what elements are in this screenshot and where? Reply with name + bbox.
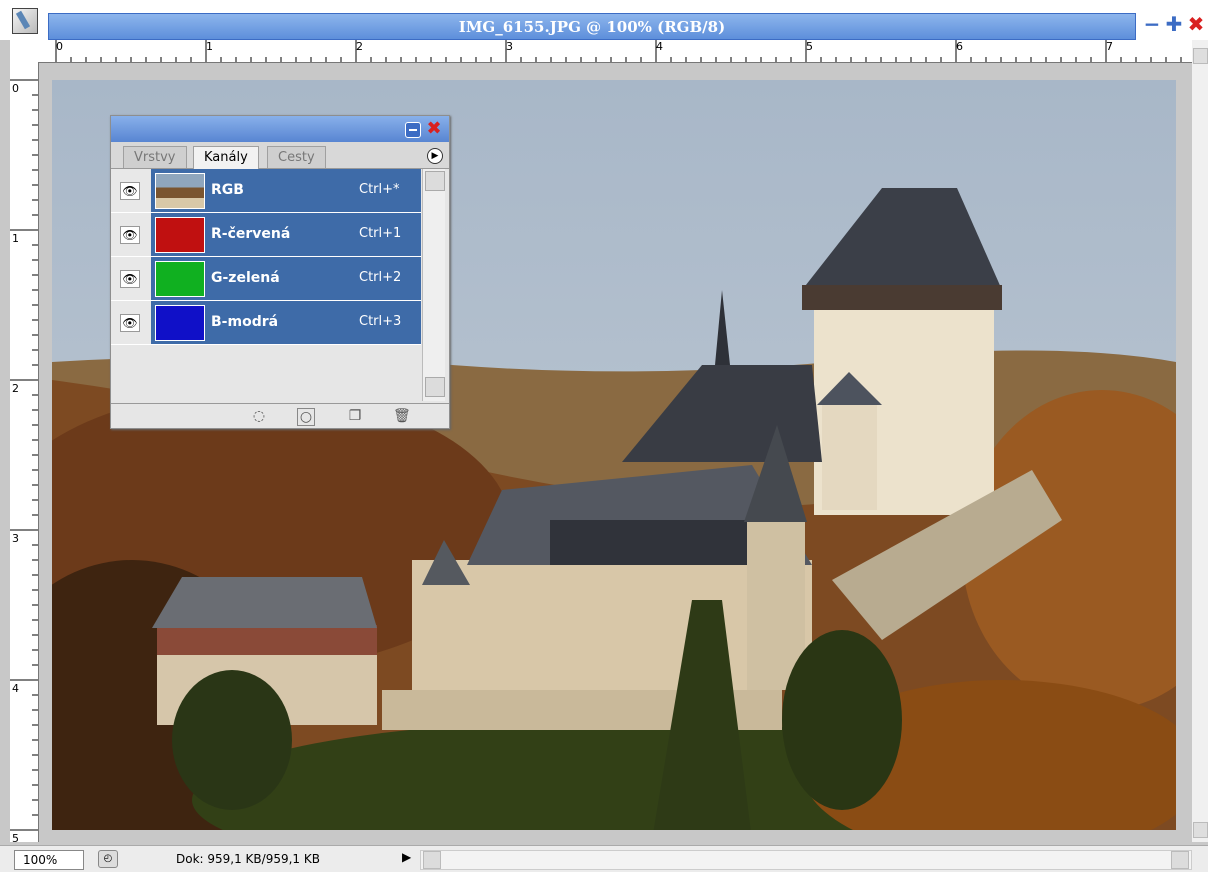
status-preview-icon[interactable]: ◴ xyxy=(98,850,118,868)
ruler-label-4: 4 xyxy=(656,40,663,53)
channels-panel[interactable]: ✖ Vrstvy Kanály Cesty ▶ 👁 RGB Ctrl+* 👁 R… xyxy=(110,115,450,429)
channel-name: R-červená xyxy=(211,226,291,242)
panel-close-icon[interactable]: ✖ xyxy=(425,120,443,138)
channel-thumbnail-red xyxy=(155,217,205,253)
channel-thumbnail-rgb xyxy=(155,173,205,209)
photoshop-feather-icon[interactable] xyxy=(12,8,38,34)
visibility-cell[interactable]: 👁 xyxy=(111,169,152,212)
horizontal-scrollbar[interactable] xyxy=(420,850,1192,870)
visibility-cell[interactable]: 👁 xyxy=(111,257,152,300)
save-selection-icon[interactable]: ○ xyxy=(297,408,315,426)
channel-thumbnail-green xyxy=(155,261,205,297)
vruler-label-1: 1 xyxy=(12,232,19,245)
delete-channel-icon[interactable]: 🗑 xyxy=(393,408,411,424)
scroll-up-button[interactable] xyxy=(1193,48,1208,64)
vruler-label-2: 2 xyxy=(12,382,19,395)
horizontal-ruler[interactable]: 0 1 2 3 4 5 6 7 xyxy=(38,40,1194,63)
scroll-left-button[interactable] xyxy=(423,851,441,869)
document-titlebar[interactable]: IMG_6155.JPG @ 100% (RGB/8) − ✚ ✖ xyxy=(0,0,1208,40)
panel-scroll-down-button[interactable] xyxy=(425,377,445,397)
panel-footer: ◌ ○ ❐ 🗑 xyxy=(111,403,449,428)
status-menu-arrow-icon[interactable]: ▶ xyxy=(402,850,411,864)
panel-scroll-up-button[interactable] xyxy=(425,171,445,191)
ruler-origin-corner[interactable] xyxy=(10,40,39,63)
channel-thumbnail-blue xyxy=(155,305,205,341)
channel-shortcut: Ctrl+2 xyxy=(359,270,402,285)
scroll-right-button[interactable] xyxy=(1171,851,1189,869)
vruler-label-3: 3 xyxy=(12,532,19,545)
channel-name: RGB xyxy=(211,182,244,198)
status-bar: 100% ◴ Dok: 959,1 KB/959,1 KB ▶ xyxy=(0,845,1208,872)
channel-selection[interactable]: B-modrá Ctrl+3 xyxy=(151,301,421,344)
tab-kanaly[interactable]: Kanály xyxy=(193,146,259,169)
vruler-label-4: 4 xyxy=(12,682,19,695)
title-bar-band[interactable]: IMG_6155.JPG @ 100% (RGB/8) xyxy=(48,13,1136,40)
channel-selection[interactable]: RGB Ctrl+* xyxy=(151,169,421,212)
channel-row-blue[interactable]: 👁 B-modrá Ctrl+3 xyxy=(111,301,421,345)
vruler-label-0: 0 xyxy=(12,82,19,95)
visibility-cell[interactable]: 👁 xyxy=(111,301,152,344)
vruler-label-5: 5 xyxy=(12,832,19,845)
channel-selection[interactable]: G-zelená Ctrl+2 xyxy=(151,257,421,300)
ruler-label-5: 5 xyxy=(806,40,813,53)
load-selection-icon[interactable]: ◌ xyxy=(251,408,267,424)
window-title: IMG_6155.JPG @ 100% (RGB/8) xyxy=(458,18,726,36)
close-icon[interactable]: ✖ xyxy=(1187,14,1205,34)
channel-shortcut: Ctrl+* xyxy=(359,182,400,197)
vertical-ruler-ticks xyxy=(10,79,38,831)
channel-row-rgb[interactable]: 👁 RGB Ctrl+* xyxy=(111,169,421,213)
ruler-label-6: 6 xyxy=(956,40,963,53)
new-channel-icon[interactable]: ❐ xyxy=(347,408,363,424)
tab-cesty[interactable]: Cesty xyxy=(267,146,326,168)
channel-row-red[interactable]: 👁 R-červená Ctrl+1 xyxy=(111,213,421,257)
vertical-scrollbar[interactable] xyxy=(1192,40,1208,842)
channel-shortcut: Ctrl+3 xyxy=(359,314,402,329)
panel-tabs: Vrstvy Kanály Cesty ▶ xyxy=(111,142,449,169)
ruler-label-7: 7 xyxy=(1106,40,1113,53)
channel-shortcut: Ctrl+1 xyxy=(359,226,402,241)
channel-name: B-modrá xyxy=(211,314,279,330)
ruler-label-1: 1 xyxy=(206,40,213,53)
restore-icon[interactable]: ✚ xyxy=(1165,14,1183,34)
eye-icon[interactable]: 👁 xyxy=(120,314,140,332)
document-size-info: Dok: 959,1 KB/959,1 KB xyxy=(176,852,320,866)
visibility-cell[interactable]: 👁 xyxy=(111,213,152,256)
ruler-label-2: 2 xyxy=(356,40,363,53)
panel-minimize-icon[interactable] xyxy=(405,122,421,138)
channel-row-green[interactable]: 👁 G-zelená Ctrl+2 xyxy=(111,257,421,301)
eye-icon[interactable]: 👁 xyxy=(120,226,140,244)
zoom-field[interactable]: 100% xyxy=(14,850,84,870)
tab-vrstvy[interactable]: Vrstvy xyxy=(123,146,187,168)
channel-name: G-zelená xyxy=(211,270,280,286)
eye-icon[interactable]: 👁 xyxy=(120,182,140,200)
eye-icon[interactable]: 👁 xyxy=(120,270,140,288)
scroll-down-button[interactable] xyxy=(1193,822,1208,838)
panel-menu-arrow-icon[interactable]: ▶ xyxy=(427,148,443,164)
ruler-label-0: 0 xyxy=(56,40,63,53)
minimize-icon[interactable]: − xyxy=(1143,14,1161,34)
panel-titlebar[interactable]: ✖ xyxy=(111,116,449,142)
panel-scrollbar[interactable] xyxy=(422,169,445,401)
ruler-label-3: 3 xyxy=(506,40,513,53)
channel-selection[interactable]: R-červená Ctrl+1 xyxy=(151,213,421,256)
channel-list: 👁 RGB Ctrl+* 👁 R-červená Ctrl+1 👁 G-zele… xyxy=(111,169,421,345)
vertical-ruler[interactable]: 0 1 2 3 4 5 xyxy=(10,62,39,845)
